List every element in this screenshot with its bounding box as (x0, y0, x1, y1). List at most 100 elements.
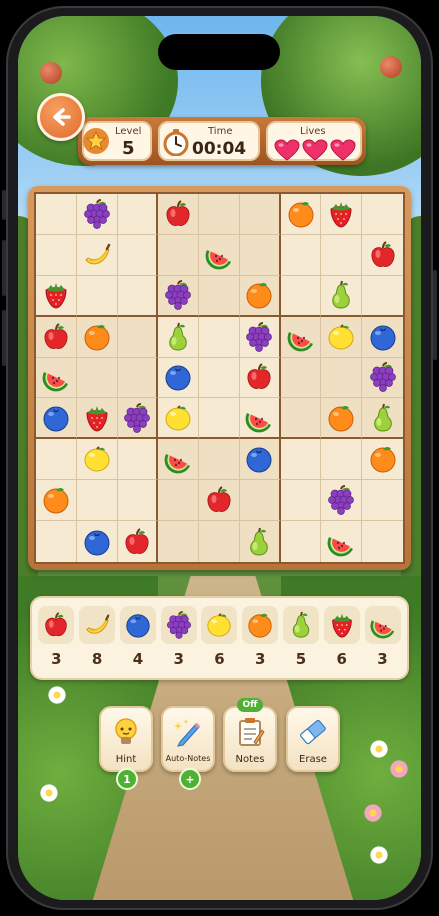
board-cell[interactable] (158, 521, 200, 562)
board-cell[interactable] (321, 357, 363, 399)
board-cell[interactable] (76, 398, 118, 440)
board-cell[interactable] (280, 275, 322, 317)
board-cell[interactable] (199, 316, 240, 358)
board-cell[interactable] (321, 275, 363, 317)
board-cell[interactable] (199, 480, 240, 522)
board-cell[interactable] (362, 357, 403, 399)
board-cell[interactable] (199, 194, 240, 235)
board-cell[interactable] (321, 480, 363, 522)
board-cell[interactable] (280, 439, 322, 481)
board-cell[interactable] (117, 234, 159, 276)
board-cell[interactable] (321, 398, 363, 440)
board-cell[interactable] (158, 194, 200, 235)
board-cell[interactable] (117, 275, 159, 317)
board-cell[interactable] (158, 357, 200, 399)
board-cell[interactable] (280, 398, 322, 440)
fruit-remaining-count: 6 (336, 650, 347, 668)
board-cell[interactable] (36, 357, 77, 399)
board-cell[interactable] (281, 521, 322, 562)
board-cell[interactable] (36, 398, 77, 440)
board-cell[interactable] (199, 439, 240, 481)
board-cell[interactable] (76, 194, 118, 235)
back-button[interactable] (37, 93, 85, 141)
fruit-picker-strawberry[interactable]: 6 (323, 606, 360, 678)
board-cell[interactable] (199, 234, 240, 276)
board-cell[interactable] (36, 234, 77, 276)
board-cell[interactable] (199, 521, 240, 562)
board-cell[interactable] (362, 480, 403, 522)
board-cell[interactable] (36, 316, 77, 358)
board-cell[interactable] (76, 275, 118, 317)
board-cell[interactable] (158, 398, 200, 440)
board-cell[interactable] (76, 439, 118, 481)
notes-toggle-badge[interactable]: Off (237, 698, 263, 712)
board-cell[interactable] (239, 234, 281, 276)
board-cell[interactable] (158, 480, 200, 522)
board-cell[interactable] (239, 480, 281, 522)
board-cell[interactable] (362, 235, 403, 276)
board-cell[interactable] (280, 480, 322, 522)
board-cell[interactable] (76, 357, 118, 399)
board-cell[interactable] (117, 480, 159, 522)
board-cell[interactable] (158, 316, 200, 358)
board-cell[interactable] (362, 521, 403, 562)
board-cell[interactable] (362, 194, 403, 235)
fruit-picker-apple[interactable]: 3 (38, 606, 75, 678)
board-cell[interactable] (280, 357, 322, 399)
fruit-picker-orange[interactable]: 3 (242, 606, 279, 678)
board-cell[interactable] (36, 480, 77, 522)
board-cell[interactable] (321, 194, 363, 235)
board-cell[interactable] (158, 234, 200, 276)
fruit-picker-blueberry[interactable]: 4 (119, 606, 156, 678)
fruit-picker-pear[interactable]: 5 (282, 606, 319, 678)
board-cell[interactable] (76, 316, 118, 358)
board-cell[interactable] (117, 194, 159, 235)
fruit-picker-grape[interactable]: 3 (160, 606, 197, 678)
board-cell[interactable] (280, 316, 322, 358)
board-cell[interactable] (239, 357, 281, 399)
board-cell[interactable] (239, 194, 281, 235)
board-cell[interactable] (76, 234, 118, 276)
auto-notes-button[interactable]: Auto-Notes (161, 706, 215, 772)
board-cell[interactable] (36, 439, 77, 481)
board-cell[interactable] (77, 521, 118, 562)
board-cell[interactable] (239, 521, 281, 562)
board-cell[interactable] (362, 276, 403, 317)
board-cell[interactable] (36, 194, 77, 235)
grape-icon (82, 198, 112, 229)
board-cell[interactable] (36, 521, 77, 562)
board-cell[interactable] (321, 234, 363, 276)
board-cell[interactable] (239, 275, 281, 317)
board-cell[interactable] (117, 316, 159, 358)
board-cell[interactable] (158, 439, 200, 481)
fruit-picker-lemon[interactable]: 6 (201, 606, 238, 678)
board-cell[interactable] (280, 234, 322, 276)
fruit-picker-watermelon[interactable]: 3 (364, 606, 401, 678)
board-cell[interactable] (199, 398, 240, 440)
board-cell[interactable] (239, 439, 281, 481)
board-cell[interactable] (76, 480, 118, 522)
board-cell[interactable] (117, 398, 159, 440)
board-cell[interactable] (362, 316, 403, 358)
board-cell[interactable] (117, 357, 159, 399)
auto-notes-add-badge[interactable]: + (179, 768, 201, 790)
board-cell[interactable] (199, 357, 240, 399)
board-cell[interactable] (36, 275, 77, 317)
hint-button[interactable]: Hint (99, 706, 153, 772)
board-cell[interactable] (280, 194, 322, 235)
board-cell[interactable] (158, 275, 200, 317)
board-cell[interactable] (199, 275, 240, 317)
fruit-picker-banana[interactable]: 8 (79, 606, 116, 678)
erase-button[interactable]: Erase (286, 706, 340, 772)
board-cell[interactable] (117, 439, 159, 481)
notes-button[interactable]: Notes (223, 706, 277, 772)
board-cell[interactable] (239, 316, 281, 358)
board-cell[interactable] (362, 439, 403, 481)
board-cell[interactable] (362, 398, 403, 440)
board-cell[interactable] (118, 521, 159, 562)
board-cell[interactable] (321, 439, 363, 481)
board-cell[interactable] (321, 316, 363, 358)
pear-icon (282, 606, 319, 644)
board-cell[interactable] (239, 398, 281, 440)
board-cell[interactable] (321, 521, 363, 562)
